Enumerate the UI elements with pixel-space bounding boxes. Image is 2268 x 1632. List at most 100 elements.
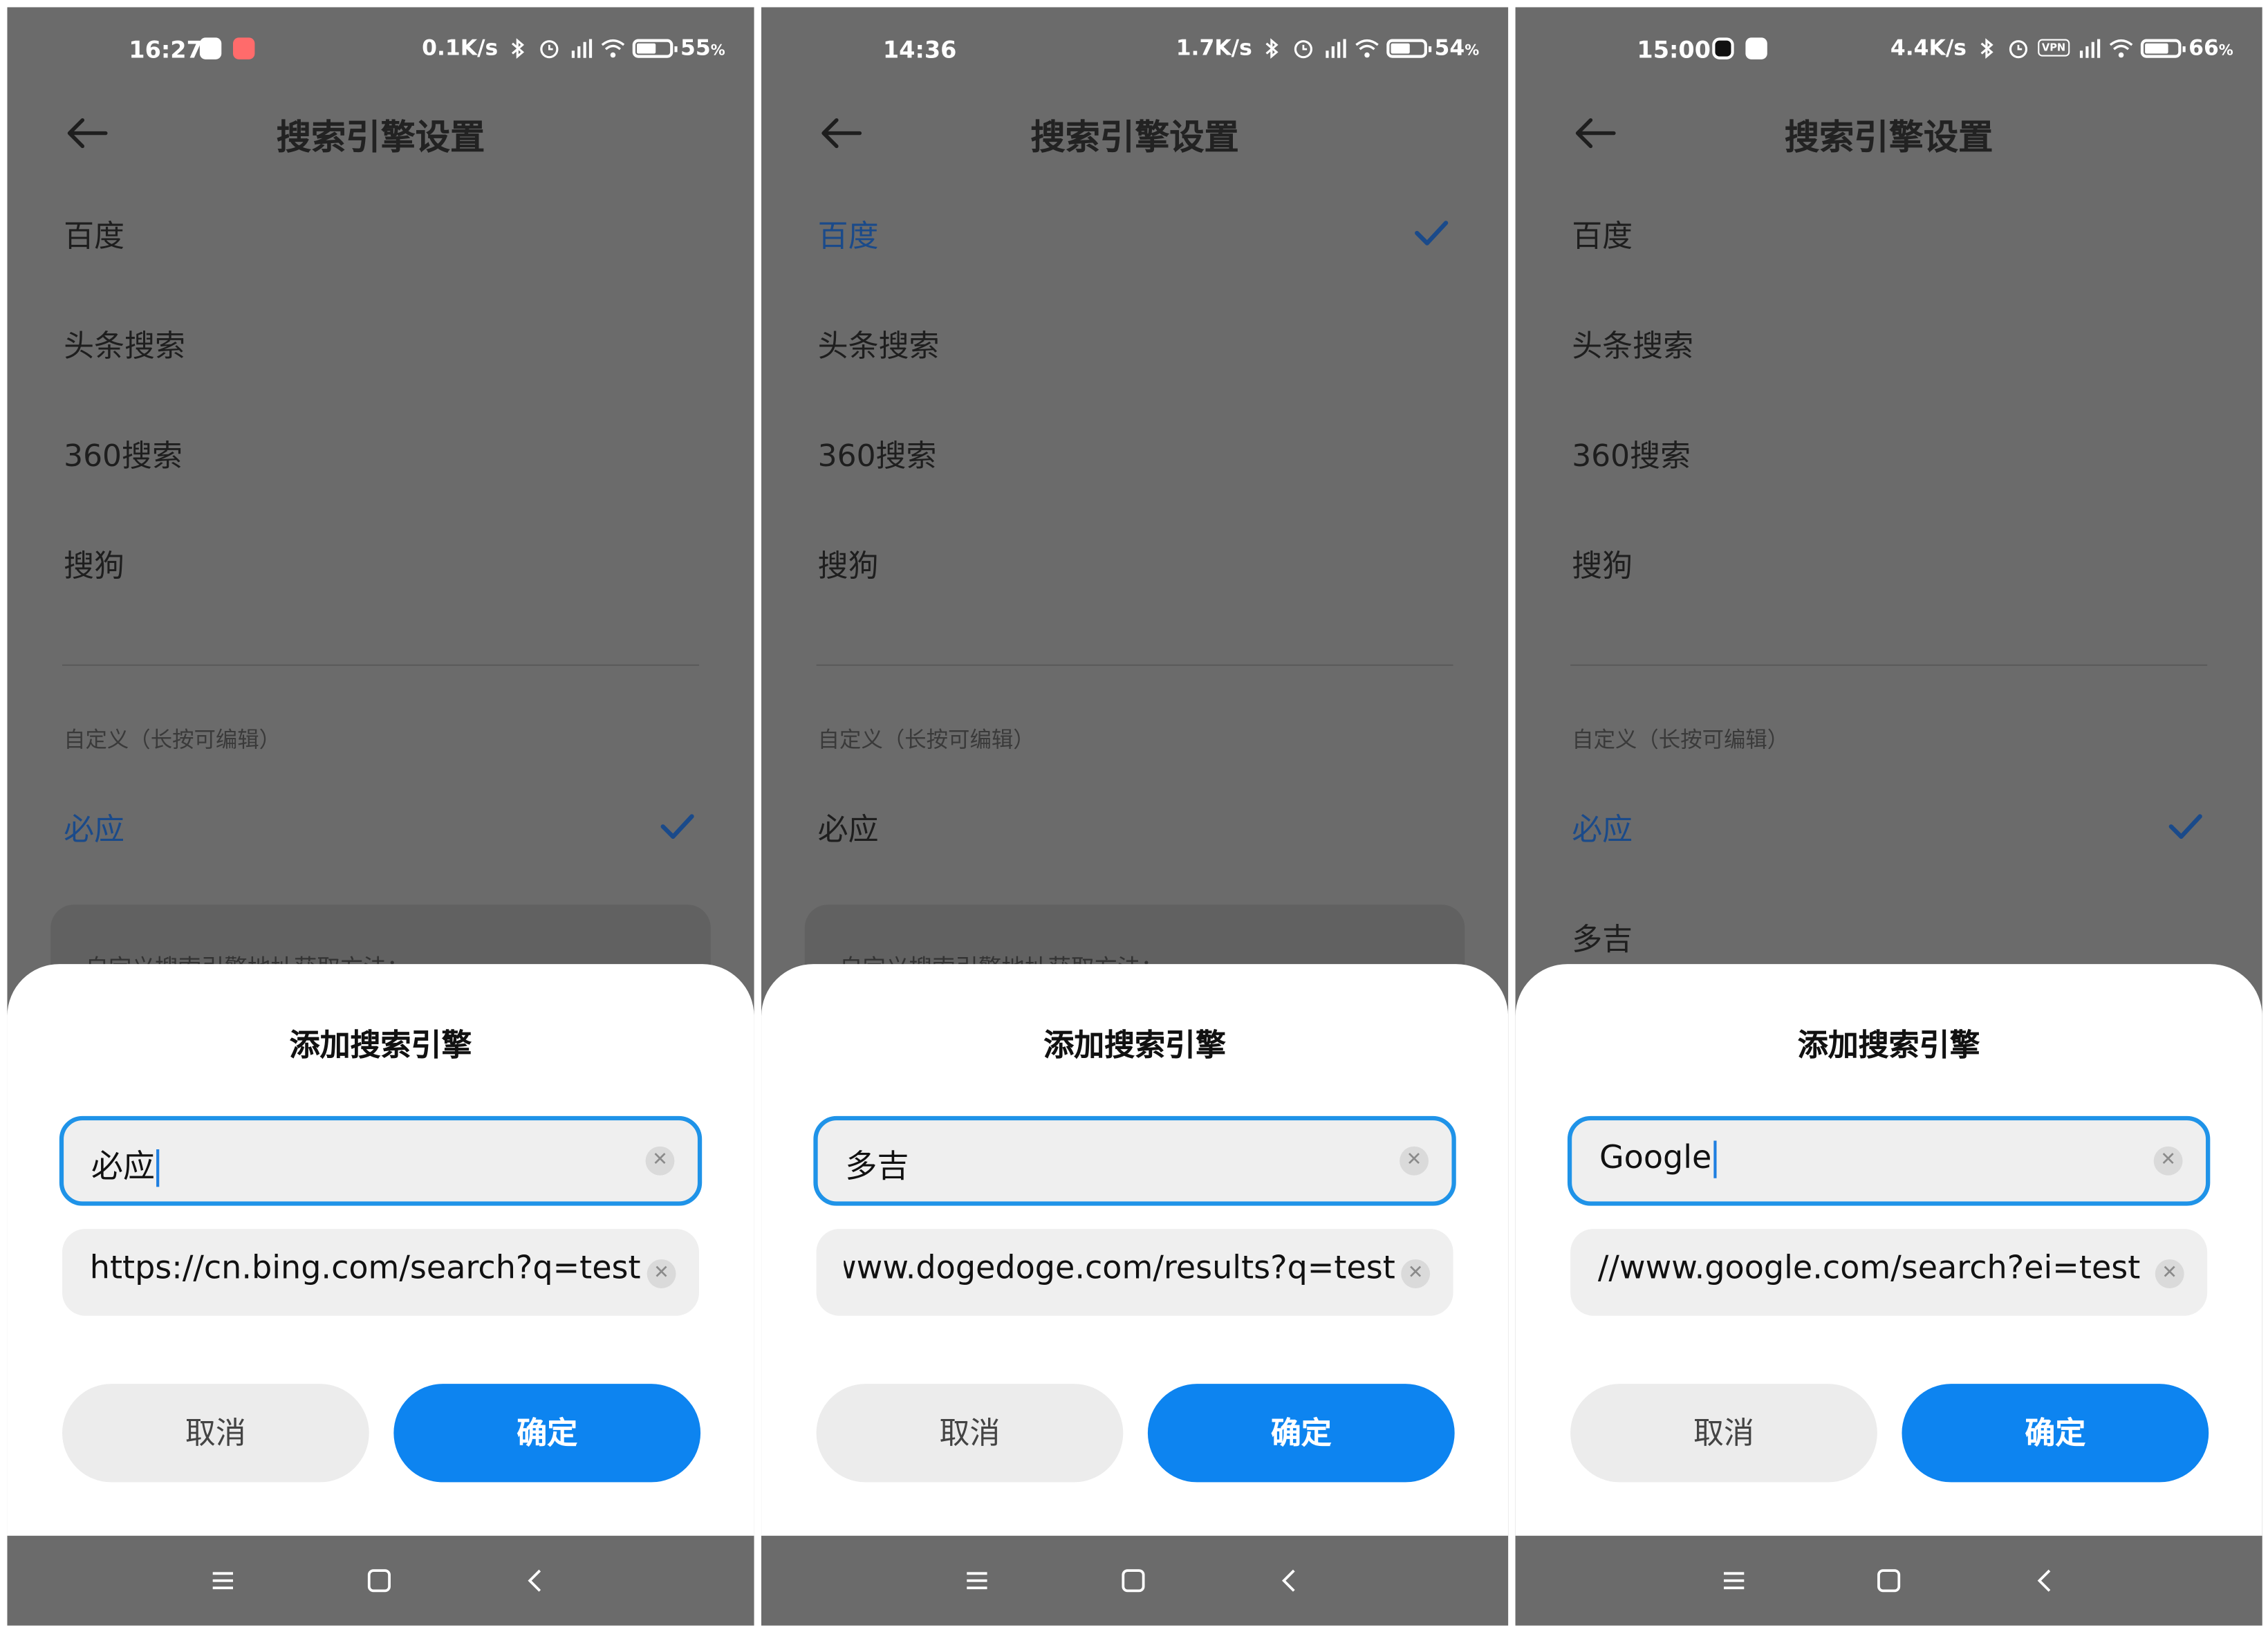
status-bar: 15:00 4.4K/s VPN 66% [1516,7,2262,94]
page-header: 搜索引擎设置 [1516,97,2262,172]
app-icon [1712,37,1734,59]
text-cursor [156,1149,160,1187]
clear-icon[interactable]: ✕ [2155,1259,2184,1288]
screenshot-panel-2: 14:36 1.7K/s 54% 搜索引擎设置 百度 头条搜索 360搜索 搜狗… [761,7,1509,1626]
wifi-icon [1355,38,1379,57]
menu-icon[interactable] [961,1565,993,1597]
engine-url-input[interactable]: https://cn.bing.com/search?q=test ✕ [62,1229,700,1316]
clear-icon[interactable]: ✕ [1401,1259,1431,1288]
cancel-button[interactable]: 取消 [1570,1384,1877,1483]
cancel-button[interactable]: 取消 [816,1384,1124,1483]
clear-icon[interactable]: ✕ [645,1146,675,1176]
battery-percent: 55% [680,35,725,61]
confirm-button[interactable]: 确定 [1147,1384,1455,1483]
back-icon[interactable] [1274,1565,1305,1597]
add-engine-dialog: 添加搜索引擎 Google ✕ //www.google.com/search?… [1515,964,2262,1536]
text-cursor [1713,1140,1716,1178]
alarm-icon [2009,39,2027,58]
cancel-button[interactable]: 取消 [62,1384,369,1483]
custom-section-label: 自定义（长按可编辑） [817,726,1035,753]
alarm-icon [1294,39,1313,58]
home-icon[interactable] [1117,1565,1149,1597]
page-title: 搜索引擎设置 [276,117,485,158]
divider [62,664,700,666]
engine-item-toutiao[interactable]: 头条搜索 [1516,304,2262,388]
status-bar: 14:36 1.7K/s 54% [761,7,1508,94]
status-bar: 16:27 0.1K/s 55% [7,7,754,94]
dialog-title: 添加搜索引擎 [1043,1028,1226,1063]
engine-item-toutiao[interactable]: 头条搜索 [7,304,754,388]
battery-percent: 54% [1434,35,1480,61]
divider [816,664,1453,666]
battery-icon [632,38,678,57]
screenshot-panel-3: 15:00 4.4K/s VPN 66% 搜索引擎设置 百度 头条搜索 360搜… [1515,7,2262,1626]
status-icons: 4.4K/s VPN 66% [1890,35,2233,61]
dialog-title: 添加搜索引擎 [289,1028,472,1063]
nav-bar [1515,1535,2262,1626]
clear-icon[interactable]: ✕ [647,1259,676,1288]
wifi-icon [601,38,625,57]
net-speed: 1.7K/s [1175,35,1252,61]
screenshot-panel-1: 16:27 0.1K/s 55% 搜索引擎设置 百度 头条搜索 360搜索 搜狗… [7,7,754,1626]
nav-bar [761,1535,1509,1626]
page-header: 搜索引擎设置 [7,97,754,172]
confirm-button[interactable]: 确定 [1902,1384,2209,1483]
signal-icon [572,38,593,57]
engine-url-input[interactable]: www.dogedoge.com/results?q=test ✕ [816,1229,1453,1316]
back-icon[interactable] [2029,1565,2061,1597]
signal-icon [2080,38,2101,57]
engine-item-360[interactable]: 360搜索 [7,414,754,498]
battery-icon [2141,38,2186,57]
net-speed: 0.1K/s [422,35,499,61]
back-icon[interactable] [519,1565,551,1597]
add-engine-dialog: 添加搜索引擎 必应 ✕ https://cn.bing.com/search?q… [7,964,754,1536]
home-icon[interactable] [1873,1565,1905,1597]
qq-app-icon [199,37,222,59]
bluetooth-icon [512,37,525,59]
confirm-button[interactable]: 确定 [393,1384,701,1483]
add-engine-dialog: 添加搜索引擎 多吉 ✕ www.dogedoge.com/results?q=t… [761,964,1509,1536]
net-speed: 4.4K/s [1890,35,1967,61]
engine-item-bing[interactable]: 必应 [761,788,1508,871]
engine-item-360[interactable]: 360搜索 [1516,414,2262,498]
engine-item-baidu[interactable]: 百度 [7,194,754,277]
alarm-icon [540,39,559,58]
bluetooth-icon [1980,37,1993,59]
status-icons: 1.7K/s 54% [1176,35,1480,61]
custom-section-label: 自定义（长按可编辑） [64,726,281,753]
custom-section-label: 自定义（长按可编辑） [1572,726,1790,753]
vpn-icon: VPN [2037,39,2070,57]
engine-item-baidu[interactable]: 百度 [761,194,1508,277]
status-icons: 0.1K/s 55% [422,35,725,61]
clear-icon[interactable]: ✕ [2153,1146,2183,1176]
engine-item-bing[interactable]: 必应 [7,788,754,871]
engine-item-bing[interactable]: 必应 [1516,788,2262,871]
nav-bar [7,1535,754,1626]
page-title: 搜索引擎设置 [1030,117,1239,158]
engine-name-input[interactable]: Google ✕ [1567,1115,2211,1206]
engine-url-input[interactable]: //www.google.com/search?ei=test ✕ [1570,1229,2208,1316]
check-icon [2168,814,2202,840]
engine-item-sogou[interactable]: 搜狗 [7,524,754,608]
engine-item-360[interactable]: 360搜索 [761,414,1508,498]
engine-item-baidu[interactable]: 百度 [1516,194,2262,277]
status-time: 16:27 [129,36,203,64]
notification-app-icon [1745,37,1767,59]
menu-icon[interactable] [1718,1565,1750,1597]
menu-icon[interactable] [207,1565,239,1597]
engine-name-input[interactable]: 多吉 ✕ [813,1115,1456,1206]
divider [1570,664,2208,666]
signal-icon [1326,38,1346,57]
clear-icon[interactable]: ✕ [1400,1146,1429,1176]
check-icon [660,814,694,840]
engine-item-sogou[interactable]: 搜狗 [1516,524,2262,608]
check-icon [1415,221,1449,245]
home-icon[interactable] [363,1565,395,1597]
dialog-title: 添加搜索引擎 [1797,1028,1980,1063]
wifi-icon [2110,38,2133,57]
battery-percent: 66% [2188,35,2233,61]
engine-item-sogou[interactable]: 搜狗 [761,524,1508,608]
engine-item-toutiao[interactable]: 头条搜索 [761,304,1508,388]
engine-name-input[interactable]: 必应 ✕ [59,1115,703,1206]
page-title: 搜索引擎设置 [1784,117,1993,158]
